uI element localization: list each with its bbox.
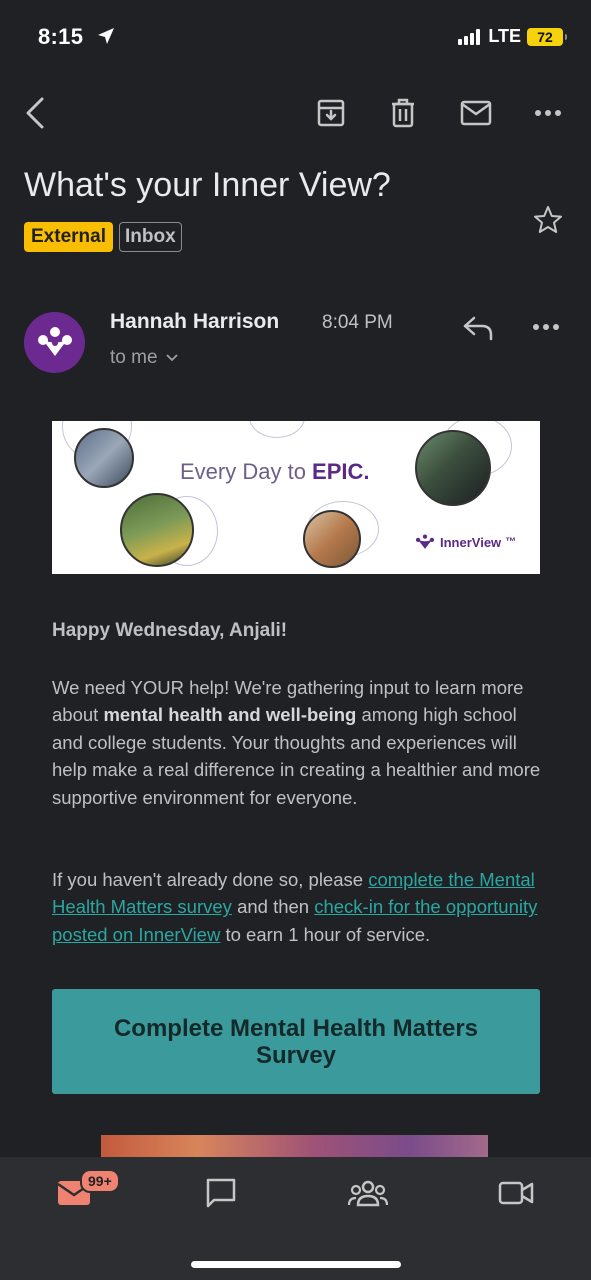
label-inbox[interactable]: Inbox [118,222,182,252]
reply-button[interactable] [462,314,494,347]
innerview-logo-icon [415,534,435,549]
battery-level: 72 [537,28,553,45]
archive-icon [317,99,345,127]
email-greeting: Happy Wednesday, Anjali! [52,620,288,641]
mail-icon [460,100,492,126]
location-arrow-icon [96,26,116,51]
sender-name[interactable]: Hannah Harrison [110,310,279,334]
more-options-button[interactable] [525,90,571,136]
signal-icon [458,28,481,45]
archive-button[interactable] [308,90,354,136]
banner-photo [415,430,491,506]
trademark-symbol: ™ [505,536,517,548]
email-labels: External Inbox [24,222,182,252]
people-group-icon [348,1180,388,1207]
network-type: LTE [488,26,521,46]
sent-time: 8:04 PM [322,312,393,333]
complete-survey-button[interactable]: Complete Mental Health Matters Survey [52,989,540,1094]
email-subject: What's your Inner View? [24,166,391,204]
p1-bold: mental health and well-being [103,704,357,726]
nav-meet[interactable] [486,1173,546,1213]
back-arrow-icon [26,97,44,129]
banner-tagline: Every Day to EPIC. [180,459,370,485]
cta-label: Complete Mental Health Matters Survey [113,1014,479,1069]
nav-spaces[interactable] [338,1173,398,1213]
battery-icon: 72 [527,27,567,46]
banner-brand-name: InnerView [440,534,502,550]
email-toolbar [0,90,591,136]
mark-unread-button[interactable] [453,90,499,136]
reply-icon [463,316,493,341]
banner-photo [120,493,194,567]
trash-icon [392,98,414,128]
chevron-down-icon [165,354,178,362]
message-more-button[interactable] [532,318,560,336]
home-indicator[interactable] [191,1261,401,1268]
sender-avatar[interactable] [24,312,85,373]
chat-icon [206,1178,236,1208]
p2-text-end: to earn 1 hour of service. [220,923,431,945]
video-camera-icon [498,1181,534,1205]
nav-chat[interactable] [191,1173,251,1213]
status-time: 8:15 [38,24,84,49]
innerview-logo-icon [37,326,72,356]
p2-text-mid: and then [231,896,315,918]
body-paragraph-1: We need YOUR help! We're gathering input… [52,674,542,811]
email-banner-image: Every Day to EPIC. InnerView ™ [52,421,540,574]
label-external[interactable]: External [24,222,113,252]
mail-unread-badge: 99+ [80,1169,120,1193]
star-button[interactable] [532,204,564,241]
banner-brand: InnerView ™ [414,534,516,550]
body-paragraph-2: If you haven't already done so, please c… [52,866,542,948]
recipient-toggle[interactable]: to me [110,347,178,369]
recipient-label: to me [110,347,158,368]
more-horizontal-icon [535,110,561,116]
p2-text: If you haven't already done so, please [52,869,369,890]
status-bar: 8:15 LTE 72 [0,0,591,76]
decor-ring [249,421,305,438]
banner-tagline-bold: EPIC. [312,459,370,484]
star-icon [534,206,562,233]
back-button[interactable] [12,90,58,136]
status-indicators: LTE 72 [458,26,567,47]
banner-photo [74,428,134,488]
banner-tagline-text: Every Day to [180,459,313,484]
delete-button[interactable] [380,90,426,136]
more-horizontal-icon [533,324,559,330]
banner-photo [303,510,361,568]
